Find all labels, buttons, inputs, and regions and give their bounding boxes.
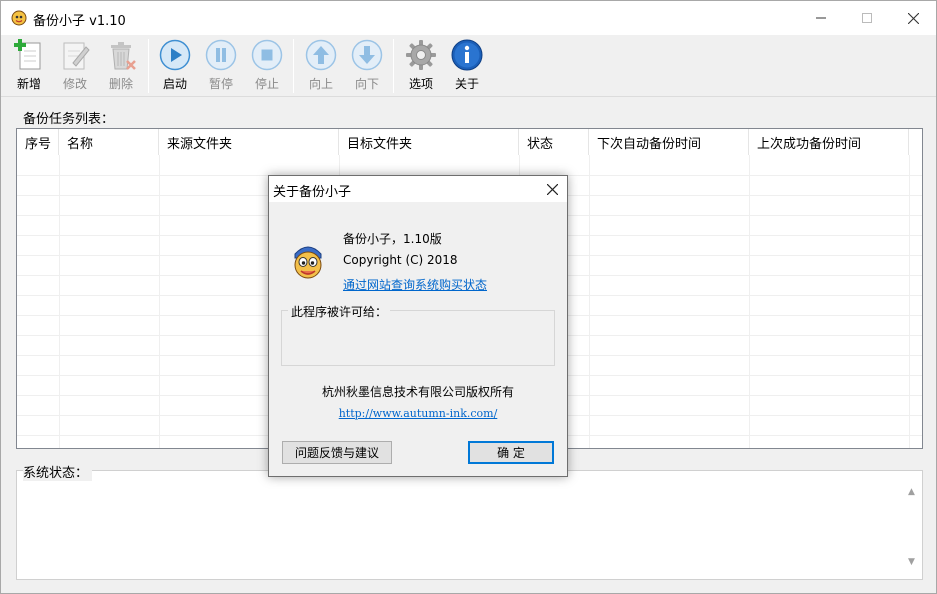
delete-button[interactable]: 删除 [98, 35, 144, 95]
minimize-button[interactable] [798, 1, 844, 35]
about-label: 关于 [454, 77, 479, 91]
main-window: 备份小子 v1.10 新增 修改 删除 启动 暂停 停止 向上 向下 选项 关于… [0, 0, 937, 594]
grid-line [589, 155, 590, 448]
add-button[interactable]: 新增 [6, 35, 52, 95]
move-up-label: 向上 [308, 77, 333, 91]
scroll-down-icon[interactable]: ▼ [908, 557, 915, 567]
move-up-button[interactable]: 向上 [298, 35, 344, 95]
dialog-title: 关于备份小子 [273, 185, 352, 200]
grid-line [59, 155, 60, 448]
move-down-label: 向下 [354, 77, 379, 91]
table-header: 序号 名称 来源文件夹 目标文件夹 状态 下次自动备份时间 上次成功备份时间 [17, 129, 922, 155]
stop-label: 停止 [254, 77, 279, 91]
add-label: 新增 [16, 77, 41, 91]
company-copyright: 杭州秋墨信息技术有限公司版权所有 [321, 385, 514, 399]
status-label: 系统状态： [23, 462, 93, 481]
feedback-button[interactable]: 问题反馈与建议 [282, 441, 392, 464]
grid-line [749, 155, 750, 448]
stop-button[interactable]: 停止 [244, 35, 290, 95]
arrow-down-icon [351, 39, 383, 71]
edit-file-icon [63, 42, 90, 70]
ok-button[interactable]: 确 定 [468, 441, 554, 464]
minimize-icon [816, 17, 826, 19]
scroll-up-icon[interactable]: ▲ [908, 487, 915, 497]
column-header-last-backup[interactable]: 上次成功备份时间 [749, 129, 909, 155]
grid-line [909, 155, 910, 448]
move-down-button[interactable]: 向下 [344, 35, 390, 95]
options-label: 选项 [408, 77, 433, 91]
start-label: 启动 [162, 77, 187, 91]
license-label: 此程序被许可给： [288, 303, 391, 320]
dialog-title-bar: 关于备份小子 [269, 176, 567, 202]
pause-button[interactable]: 暂停 [198, 35, 244, 95]
status-log[interactable]: ▲ ▼ [16, 470, 923, 580]
stop-icon [251, 39, 283, 71]
about-dialog: 关于备份小子 备份小子，1.10版 Copyright (C) 2018 通过网… [268, 175, 568, 477]
title-bar: 备份小子 v1.10 [1, 1, 936, 35]
column-header-next-backup[interactable]: 下次自动备份时间 [589, 129, 749, 155]
options-button[interactable]: 选项 [398, 35, 444, 95]
pause-icon [205, 39, 237, 71]
start-button[interactable]: 启动 [152, 35, 198, 95]
toolbar-separator [393, 39, 394, 93]
grid-line [159, 155, 160, 448]
pause-label: 暂停 [208, 77, 233, 91]
trash-icon [111, 42, 136, 70]
edit-button[interactable]: 修改 [52, 35, 98, 95]
website-link[interactable]: http://www.autumn-ink.com/ [269, 407, 567, 420]
close-button[interactable] [890, 1, 936, 35]
purchase-status-link[interactable]: 通过网站查询系统购买状态 [343, 276, 487, 293]
close-icon [907, 12, 919, 24]
maximize-icon [862, 13, 872, 23]
column-header-status[interactable]: 状态 [519, 129, 589, 155]
app-logo-icon [294, 246, 322, 279]
toolbar-separator [293, 39, 294, 93]
column-header-name[interactable]: 名称 [59, 129, 159, 155]
arrow-up-icon [305, 39, 337, 71]
toolbar-separator [148, 39, 149, 93]
column-header-source[interactable]: 来源文件夹 [159, 129, 339, 155]
website-link-text[interactable]: http://www.autumn-ink.com/ [339, 407, 498, 420]
toolbar: 新增 修改 删除 启动 暂停 停止 向上 向下 选项 关于 [1, 35, 936, 97]
gear-icon [406, 40, 436, 70]
about-button[interactable]: 关于 [444, 35, 490, 95]
play-icon [159, 39, 191, 71]
window-title: 备份小子 v1.10 [33, 14, 126, 29]
dialog-close-button[interactable] [537, 176, 567, 202]
maximize-button[interactable] [844, 1, 890, 35]
dialog-copyright: Copyright (C) 2018 [343, 253, 458, 267]
info-icon [451, 39, 483, 71]
edit-label: 修改 [62, 77, 87, 91]
dialog-app-name: 备份小子，1.10版 [343, 232, 442, 246]
column-header-index[interactable]: 序号 [17, 129, 59, 155]
status-scrollbar[interactable]: ▲ ▼ [905, 487, 921, 569]
app-logo-icon [11, 10, 27, 26]
task-list-label: 备份任务列表： [23, 112, 115, 127]
column-header-target[interactable]: 目标文件夹 [339, 129, 519, 155]
add-file-icon [14, 39, 41, 70]
close-icon [546, 183, 558, 195]
delete-label: 删除 [108, 77, 133, 91]
